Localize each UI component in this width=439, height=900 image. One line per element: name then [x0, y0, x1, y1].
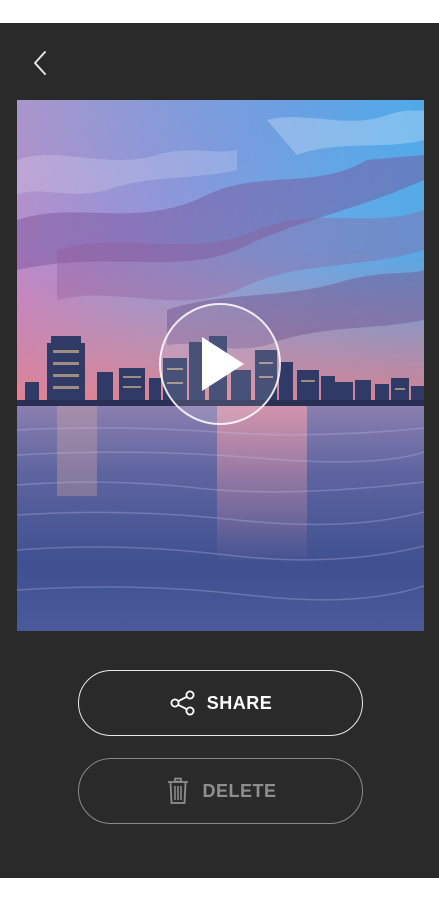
share-icon — [169, 689, 197, 717]
share-label: SHARE — [206, 692, 273, 713]
delete-label: DELETE — [202, 780, 277, 801]
trash-icon — [164, 777, 192, 805]
play-icon — [202, 337, 244, 391]
share-button[interactable]: SHARE — [78, 670, 363, 736]
play-button[interactable] — [159, 303, 281, 425]
back-button[interactable] — [22, 45, 58, 81]
delete-button[interactable]: DELETE — [78, 758, 363, 824]
video-preview-screen: SHARE DELETE — [0, 23, 439, 878]
chevron-left-icon — [34, 51, 46, 75]
video-thumbnail[interactable] — [17, 100, 424, 631]
